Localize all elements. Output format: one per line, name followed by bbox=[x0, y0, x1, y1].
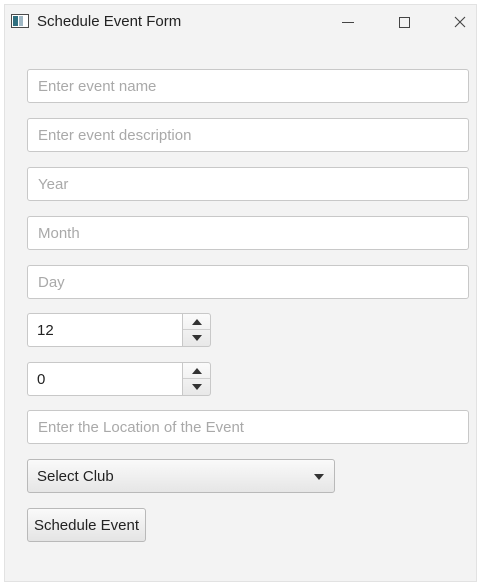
arrow-up-icon bbox=[191, 318, 202, 325]
minimize-icon bbox=[342, 21, 354, 23]
minimize-button[interactable] bbox=[325, 5, 371, 39]
hour-decrement-button[interactable] bbox=[183, 330, 210, 346]
close-button[interactable] bbox=[437, 5, 481, 39]
minute-spinner-buttons bbox=[182, 362, 211, 396]
app-window: Schedule Event Form Enter event name Ent… bbox=[4, 4, 477, 582]
hour-spinner-buttons bbox=[182, 313, 211, 347]
chevron-down-icon bbox=[314, 474, 324, 480]
year-input[interactable] bbox=[27, 167, 469, 201]
minute-spinner-input[interactable] bbox=[27, 362, 182, 396]
hour-spinner-input[interactable] bbox=[27, 313, 182, 347]
arrow-down-icon bbox=[191, 335, 202, 341]
event-location-input[interactable] bbox=[27, 410, 469, 444]
hour-spinner bbox=[27, 313, 211, 347]
title-bar[interactable]: Schedule Event Form bbox=[5, 5, 476, 39]
minute-spinner bbox=[27, 362, 211, 396]
club-select-label: Select Club bbox=[37, 468, 114, 485]
minute-increment-button[interactable] bbox=[183, 363, 210, 379]
close-icon bbox=[454, 16, 466, 28]
maximize-button[interactable] bbox=[381, 5, 427, 39]
window-title: Schedule Event Form bbox=[37, 13, 182, 30]
arrow-up-icon bbox=[191, 367, 202, 374]
event-description-input[interactable] bbox=[27, 118, 469, 152]
app-icon bbox=[11, 14, 29, 28]
schedule-event-button[interactable]: Schedule Event bbox=[27, 508, 146, 542]
day-input[interactable] bbox=[27, 265, 469, 299]
maximize-icon bbox=[398, 16, 410, 28]
event-name-input[interactable] bbox=[27, 69, 469, 103]
month-input[interactable] bbox=[27, 216, 469, 250]
minute-decrement-button[interactable] bbox=[183, 379, 210, 395]
club-select[interactable]: Select Club bbox=[27, 459, 335, 493]
hour-increment-button[interactable] bbox=[183, 314, 210, 330]
arrow-down-icon bbox=[191, 384, 202, 390]
